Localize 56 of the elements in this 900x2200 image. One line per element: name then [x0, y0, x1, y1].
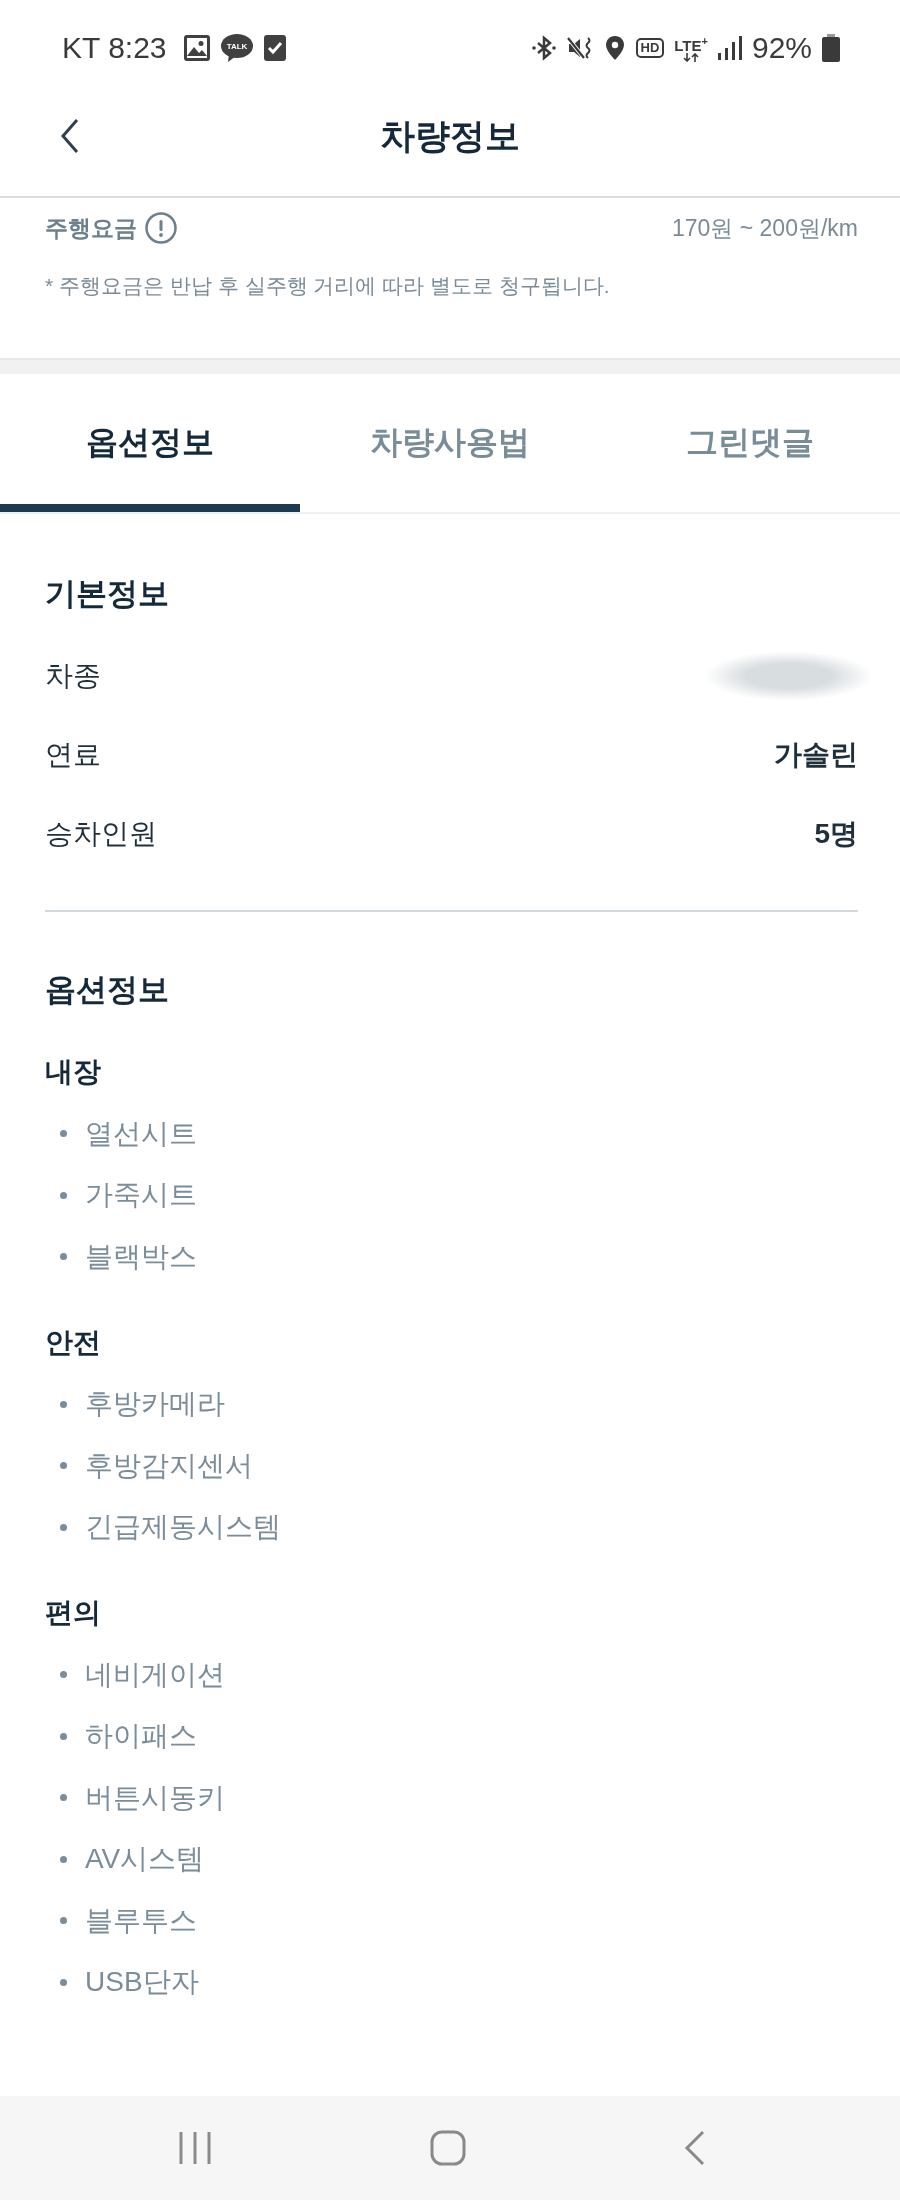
home-icon[interactable]: [430, 2130, 466, 2166]
battery-percent: 92%: [751, 31, 812, 65]
bluetooth-icon: [530, 35, 557, 61]
exclamation-circle-icon[interactable]: [145, 212, 177, 244]
info-value: 가솔린: [774, 737, 858, 772]
tab[interactable]: 차량사용법: [300, 374, 600, 512]
group-heading: 내장: [45, 1055, 102, 1089]
bullet-icon: [60, 1191, 67, 1199]
bullet-icon: [60, 1130, 67, 1138]
tab[interactable]: 그린댓글: [600, 374, 900, 512]
option-item: 후방감지센서: [85, 1448, 253, 1483]
network-type: LTE$^{+}$: [674, 34, 708, 53]
option-item: 열선시트: [85, 1116, 197, 1151]
battery-icon: [822, 34, 840, 62]
option-item: 버튼시동키: [85, 1780, 225, 1815]
info-label: 승차인원: [45, 816, 157, 851]
option-item: 블랙박스: [85, 1239, 197, 1274]
bullet-icon: [60, 1523, 67, 1531]
info-label: 차종: [45, 658, 101, 693]
option-item: 네비게이션: [85, 1657, 225, 1692]
bullet-icon: [60, 1732, 67, 1740]
data-arrows-icon: [683, 53, 700, 62]
option-item: USB단자: [85, 1965, 199, 2000]
bullet-icon: [60, 1462, 67, 1470]
signal-icon: [717, 36, 742, 60]
option-item: AV시스템: [85, 1842, 205, 1877]
bullet-icon: [60, 1855, 67, 1863]
hd-badge: HD: [635, 38, 665, 58]
option-item: 블루투스: [85, 1903, 197, 1938]
fare-note: * 주행요금은 반납 후 실주행 거리에 따라 별도로 청구됩니다.: [45, 273, 611, 299]
option-item: 가죽시트: [85, 1178, 197, 1213]
bullet-icon: [60, 1978, 67, 1986]
fare-label: 주행요금: [45, 213, 137, 243]
info-label: 연료: [45, 737, 101, 772]
bullet-icon: [60, 1671, 67, 1679]
recent-apps-icon[interactable]: [178, 2131, 212, 2165]
check-square-icon: [263, 35, 286, 61]
bullet-icon: [60, 1400, 67, 1408]
back-icon[interactable]: [60, 118, 80, 154]
fare-range: 170원 ~ 200원/km: [672, 213, 858, 243]
section-heading: 옵션정보: [45, 972, 170, 1008]
bullet-icon: [60, 1253, 67, 1261]
option-item: 후방카메라: [85, 1387, 225, 1422]
info-value: 5명: [814, 816, 858, 851]
image-icon: [183, 35, 210, 61]
page-title: 차량정보: [380, 114, 520, 157]
group-heading: 안전: [45, 1325, 102, 1360]
tab[interactable]: 옵션정보: [0, 374, 300, 512]
section-heading: 기본정보: [45, 576, 170, 612]
bullet-icon: [60, 1794, 67, 1802]
bullet-icon: [60, 1917, 67, 1925]
group-heading: 편의: [45, 1596, 102, 1630]
option-item: 하이패스: [85, 1719, 197, 1754]
location-pin-icon: [603, 35, 626, 61]
option-item: 긴급제동시스템: [85, 1510, 281, 1545]
carrier-time: KT 8:23: [62, 31, 167, 65]
